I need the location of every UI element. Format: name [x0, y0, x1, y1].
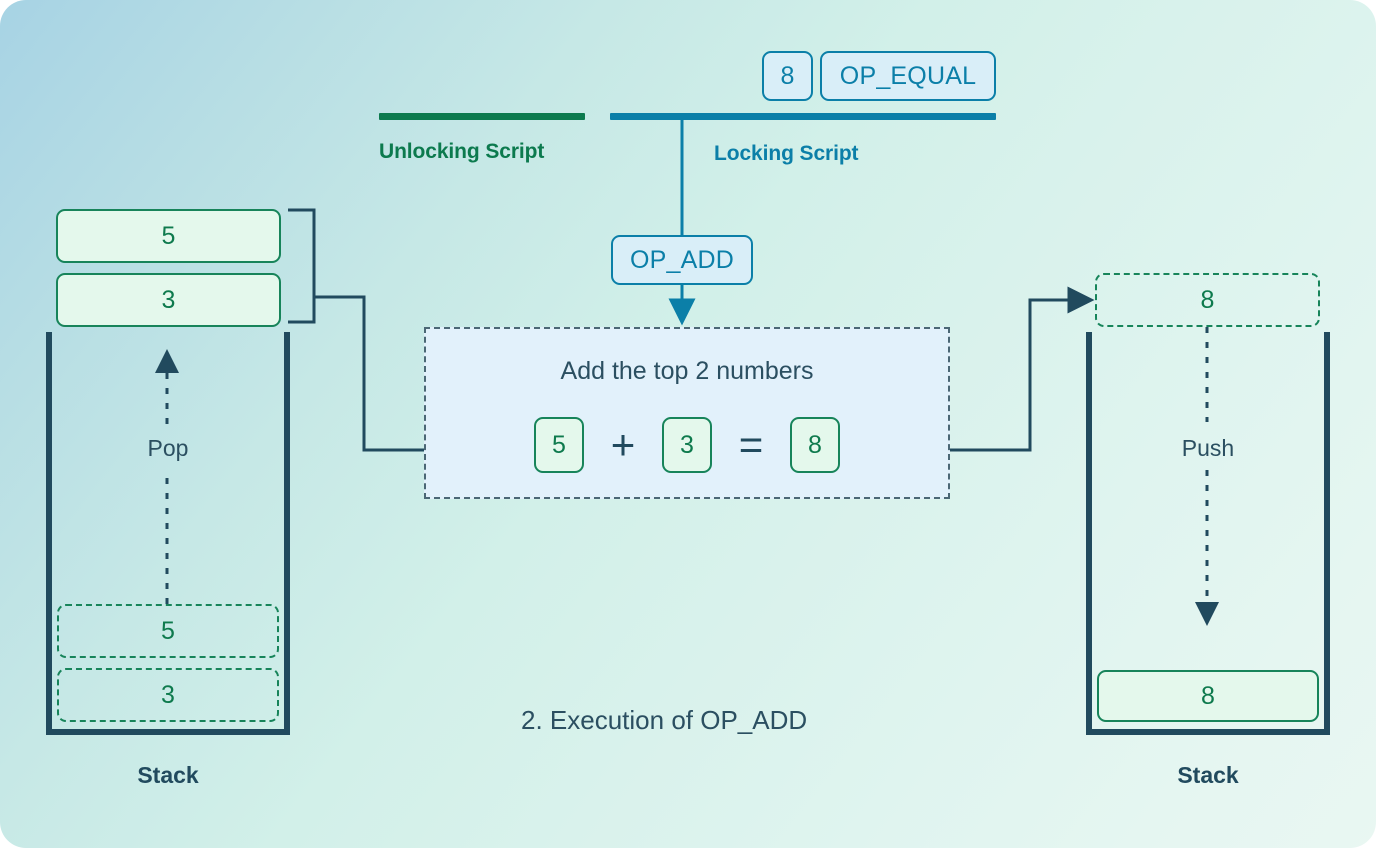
right-stack-item-8: 8 [1097, 670, 1319, 722]
calculation-expression: 5 + 3 = 8 [426, 417, 948, 473]
left-popped-item-5: 5 [56, 209, 281, 263]
figure-caption: 2. Execution of OP_ADD [521, 705, 808, 735]
right-stack-flow-label: Push [1181, 435, 1235, 461]
unlocking-script-bar [379, 113, 585, 120]
calc-operator-plus: + [610, 421, 636, 468]
right-stack-wall-bottom [1086, 729, 1330, 735]
right-stack-wall-left [1086, 332, 1092, 735]
unlocking-script-label: Unlocking Script [379, 140, 545, 163]
left-stack-flow-label: Pop [147, 435, 189, 461]
calc-operator-equals: = [738, 421, 764, 468]
left-stack-wall-right [284, 332, 290, 735]
left-bracket-to-calc-connector [314, 295, 424, 452]
calculation-title: Add the top 2 numbers [560, 357, 814, 385]
left-ghost-item-5: 5 [57, 604, 279, 658]
calc-operand-a: 5 [534, 417, 584, 473]
op-chip-8[interactable]: 8 [762, 51, 813, 101]
left-ghost-item-3: 3 [57, 668, 279, 722]
right-incoming-item-8: 8 [1095, 273, 1320, 327]
calc-operand-b: 3 [662, 417, 712, 473]
calc-result: 8 [790, 417, 840, 473]
left-stack-caption: Stack [137, 762, 199, 788]
left-stack-wall-left [46, 332, 52, 735]
left-popped-item-3: 3 [56, 273, 281, 327]
locking-script-label: Locking Script [714, 142, 859, 165]
right-stack-caption: Stack [1177, 762, 1239, 788]
left-pop-bracket [288, 208, 316, 324]
locking-script-bar [610, 113, 996, 120]
right-stack-wall-right [1324, 332, 1330, 735]
calculation-panel: Add the top 2 numbers 5 + 3 = 8 [424, 327, 950, 499]
diagram-canvas: Unlocking Script Locking Script 8 OP_EQU… [0, 0, 1376, 848]
op-chip-op-add[interactable]: OP_ADD [611, 235, 753, 285]
calc-to-right-stack-connector [950, 286, 1095, 452]
op-chip-op-equal[interactable]: OP_EQUAL [820, 51, 996, 101]
left-stack-wall-bottom [46, 729, 290, 735]
